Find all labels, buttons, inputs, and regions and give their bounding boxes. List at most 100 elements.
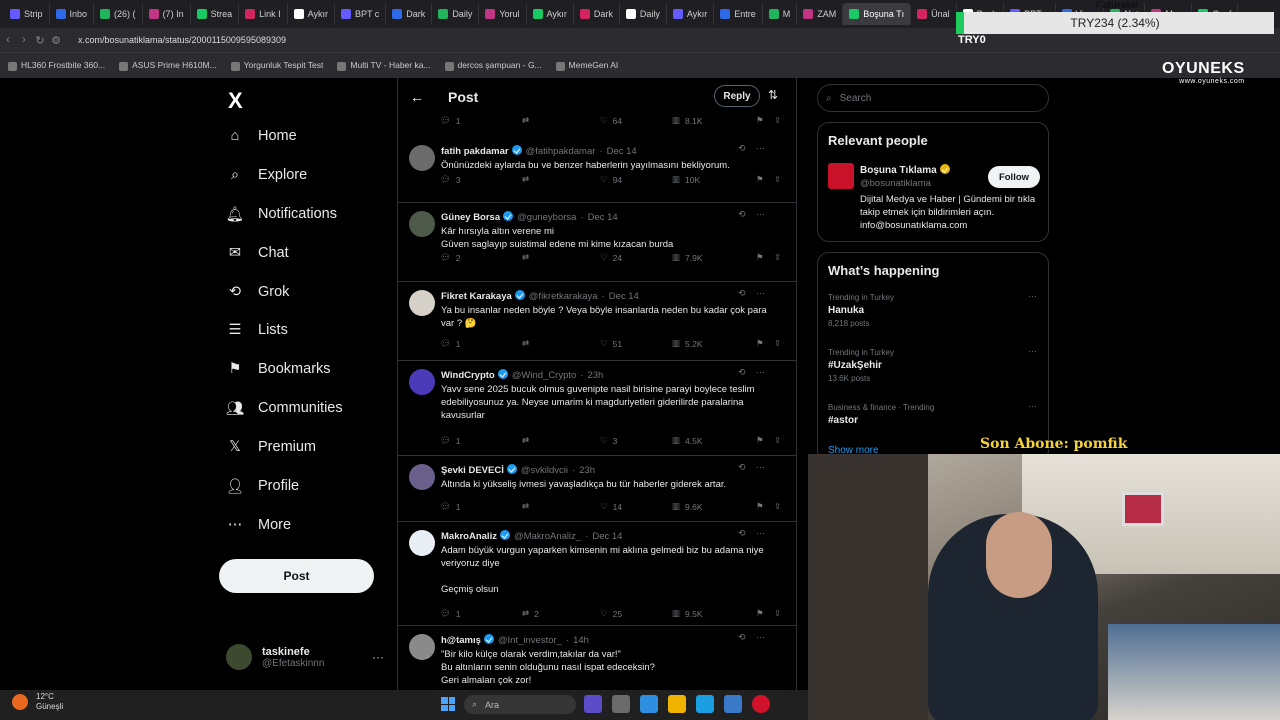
taskbar-search[interactable]: ⌕ Ara [464, 695, 576, 714]
bookmark-icon[interactable]: ⚑ [756, 338, 774, 349]
sort-replies-icon[interactable]: ⇅ [768, 88, 778, 102]
views-icon[interactable]: ▥ 5.2K [672, 338, 756, 349]
reply-icon[interactable]: 💬︎ 3 [440, 174, 522, 185]
author-handle[interactable]: @guneyborsa [517, 212, 576, 223]
bookmark-icon[interactable]: ⚑ [756, 608, 774, 619]
reply-tweet[interactable]: fatih pakdamar @fatihpakdamar · Dec 14 ⟲ ··· Ö… [398, 137, 796, 203]
avatar[interactable] [828, 163, 854, 189]
back-arrow-icon[interactable]: ← [410, 89, 424, 105]
folder-icon[interactable] [668, 695, 686, 713]
avatar[interactable] [409, 634, 435, 660]
share-icon[interactable]: ⇪ [774, 252, 781, 263]
account-switcher[interactable]: taskinefe @Efetaskinnn [226, 644, 324, 670]
bookmark-item[interactable]: Yorgunluk Tespit Test [230, 60, 323, 71]
avatar[interactable] [409, 145, 435, 171]
back-icon[interactable]: ‹ [0, 34, 16, 46]
like-icon[interactable]: ♡ 25 [600, 608, 672, 619]
avatar[interactable] [409, 211, 435, 237]
trend-item[interactable]: Business & finance · Trending #astor ··· [828, 401, 1040, 429]
reply-tweet[interactable]: Güney Borsa @guneyborsa · Dec 14 ⟲ ··· Kâr hır… [398, 203, 796, 282]
retweet-icon[interactable]: ⇄ [522, 252, 600, 263]
reply-button[interactable]: Reply [714, 85, 760, 107]
retweet-icon[interactable]: ⇄ [522, 174, 600, 185]
tweet-time[interactable]: Dec 14 [607, 146, 637, 157]
x-logo[interactable]: X [228, 88, 243, 114]
avatar[interactable] [409, 530, 435, 556]
more-icon[interactable]: ··· [756, 209, 765, 219]
trend-item[interactable]: Trending in Turkey Hanuka 8,218 posts ··· [828, 291, 1040, 328]
retweet-icon[interactable]: ⇄ [522, 338, 600, 349]
tweet-time[interactable]: Dec 14 [588, 212, 618, 223]
reply-icon[interactable]: 💬︎ 1 [440, 338, 522, 349]
grok-icon[interactable]: ⟲ [738, 288, 746, 299]
browser-tab[interactable]: Boşuna Tı [843, 3, 912, 25]
views-icon[interactable]: ▥ 8.1K [672, 115, 756, 126]
like-icon[interactable]: ♡ 14 [600, 501, 672, 512]
reply-icon[interactable]: 💬︎ 1 [440, 501, 522, 512]
author-handle[interactable]: @svkildvcii [521, 465, 568, 476]
like-icon[interactable]: ♡ 94 [600, 174, 672, 185]
author-name[interactable]: h@tamış [441, 635, 481, 646]
bookmark-item[interactable]: ASUS Prime H610M... [119, 60, 217, 71]
share-icon[interactable]: ⇪ [774, 174, 781, 185]
browser-tab[interactable]: (26) ( [94, 3, 143, 25]
grok-icon[interactable]: ⟲ [738, 143, 746, 154]
file-icon[interactable] [612, 695, 630, 713]
post-button[interactable]: Post [219, 559, 374, 593]
avatar[interactable] [409, 369, 435, 395]
grok-icon[interactable]: ⟲ [738, 367, 746, 378]
game-app-icon[interactable] [584, 695, 602, 713]
browser-tab[interactable]: Link I [239, 3, 288, 25]
author-name[interactable]: MakroAnaliz [441, 531, 497, 542]
bookmark-item[interactable]: HL360 Frostbite 360... [8, 60, 105, 71]
browser-tab[interactable]: Aykır [288, 3, 335, 25]
bookmark-icon[interactable]: ⚑ [756, 501, 774, 512]
browser-tab[interactable]: M [763, 3, 798, 25]
reply-tweet[interactable]: h@tamış @Int_investor_ · 14h ⟲ ··· "Bir kilo k… [398, 626, 796, 690]
url-text[interactable]: x.com/bosunatiklama/status/2000115009595… [78, 35, 286, 45]
tweet-time[interactable]: 23h [579, 465, 595, 476]
nav-item-lists[interactable]: ☰ Lists [226, 321, 288, 339]
more-icon[interactable]: ··· [756, 367, 765, 377]
author-name[interactable]: Fikret Karakaya [441, 291, 512, 302]
bookmark-icon[interactable]: ⚑ [756, 174, 774, 185]
site-info-icon[interactable]: ⚙ [48, 34, 64, 47]
nav-item-chat[interactable]: ✉ Chat [226, 244, 289, 262]
grok-icon[interactable]: ⟲ [738, 209, 746, 220]
browser-tab[interactable]: Aykır [527, 3, 574, 25]
browser-tab[interactable]: Inbo [50, 3, 95, 25]
share-icon[interactable]: ⇪ [774, 435, 781, 446]
reply-tweet[interactable]: MakroAnaliz @MakroAnaliz_ · Dec 14 ⟲ ··· Adam … [398, 522, 796, 626]
views-icon[interactable]: ▥ 9.5K [672, 608, 756, 619]
nav-item-premium[interactable]: 𝕏 Premium [226, 438, 316, 456]
more-icon[interactable]: ··· [1028, 291, 1037, 301]
edge-icon[interactable] [696, 695, 714, 713]
reply-icon[interactable]: 💬︎ 1 [440, 435, 522, 446]
grok-icon[interactable]: ⟲ [738, 632, 746, 643]
browser-tab[interactable]: Aykır [667, 3, 715, 25]
more-icon[interactable]: ··· [756, 528, 765, 538]
nav-item-home[interactable]: ⌂ Home [226, 127, 297, 145]
more-icon[interactable]: ··· [756, 632, 765, 642]
browser-tab[interactable]: BPT c [335, 3, 387, 25]
bookmark-icon[interactable]: ⚑ [756, 115, 774, 126]
avatar[interactable] [409, 290, 435, 316]
reply-icon[interactable]: 💬︎ 2 [440, 252, 522, 263]
forward-icon[interactable]: › [16, 34, 32, 46]
share-icon[interactable]: ⇪ [774, 338, 781, 349]
nav-item-profile[interactable]: 👤︎ Profile [226, 477, 299, 495]
browser-tab[interactable]: ZAM [797, 3, 844, 25]
windows-start-icon[interactable] [441, 697, 455, 711]
nav-item-grok[interactable]: ⟲ Grok [226, 283, 290, 301]
browser-tab[interactable]: Daily [620, 3, 667, 25]
browser-tab[interactable]: Dark [386, 3, 433, 25]
author-name[interactable]: Güney Borsa [441, 212, 500, 223]
account-more-icon[interactable]: ··· [372, 650, 384, 664]
views-icon[interactable]: ▥ 7.9K [672, 252, 756, 263]
nav-item-notifications[interactable]: 🔔︎ Notifications [226, 205, 337, 223]
store-icon[interactable] [724, 695, 742, 713]
browser-tab[interactable]: Daily [432, 3, 480, 25]
browser-tab[interactable]: (7) In [143, 3, 191, 25]
author-handle[interactable]: @fatihpakdamar [526, 146, 596, 157]
author-handle[interactable]: @Int_investor_ [498, 635, 562, 646]
